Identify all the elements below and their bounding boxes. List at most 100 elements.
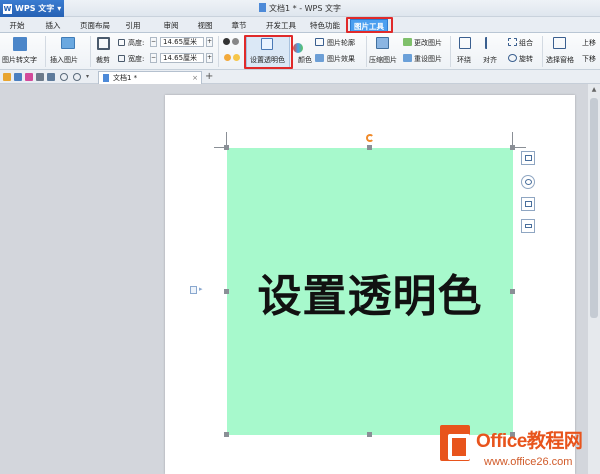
bring-forward-button[interactable]: 上移 — [582, 38, 596, 48]
set-transparent-label: 设置透明色 — [250, 56, 285, 64]
selection-pane-button[interactable]: 选择窗格 — [546, 55, 574, 65]
tab-page-layout[interactable]: 页面布局 — [74, 19, 116, 32]
redo-icon[interactable] — [73, 73, 81, 81]
selected-picture[interactable]: 设置透明色 — [227, 148, 513, 435]
menu-tabs: 开始 插入 页面布局 引用 审阅 视图 章节 开发工具 特色功能 图片工具 — [0, 17, 600, 33]
color-icon — [293, 43, 303, 53]
layout-icon — [524, 155, 532, 161]
height-icon — [118, 39, 125, 46]
title-bar: W WPS 文字 ▾ 文档1 * - WPS 文字 — [0, 0, 600, 17]
document-tab-label: 文档1 * — [113, 74, 138, 82]
tab-view[interactable]: 视图 — [192, 19, 218, 32]
width-label: 宽度: — [128, 55, 145, 63]
picture-effect-button[interactable]: 图片效果 — [327, 54, 355, 64]
contrast-icon[interactable] — [223, 38, 230, 45]
divider — [542, 36, 543, 67]
divider — [90, 36, 91, 67]
height-increase-button[interactable]: + — [206, 37, 213, 47]
rotate-handle-icon[interactable] — [366, 134, 374, 142]
group-icon — [508, 38, 517, 46]
window-title-text: 文档1 * - WPS 文字 — [269, 4, 341, 13]
close-tab-icon[interactable]: × — [192, 72, 198, 84]
print-icon[interactable] — [36, 73, 44, 81]
height-label: 高度: — [128, 39, 145, 47]
reset-picture-button[interactable]: 重设图片 — [414, 54, 442, 64]
rotate-icon — [508, 54, 517, 62]
picture-outline-icon — [315, 38, 324, 46]
new-tab-button[interactable]: + — [205, 71, 213, 82]
crop-button[interactable]: 裁剪 — [96, 55, 110, 65]
height-input[interactable]: 14.65厘米 — [160, 37, 204, 47]
divider — [45, 36, 46, 67]
compress-picture-button[interactable]: 压缩图片 — [369, 55, 397, 65]
resize-handle-top-right[interactable] — [510, 145, 515, 150]
resize-handle-bottom-left[interactable] — [224, 432, 229, 437]
frame-icon — [524, 224, 532, 228]
width-input[interactable]: 14.65厘米 — [160, 53, 204, 63]
crop-side-button[interactable] — [521, 197, 535, 211]
document-icon — [259, 3, 267, 12]
frame-side-button[interactable] — [521, 219, 535, 233]
save-icon[interactable] — [14, 73, 22, 81]
divider — [218, 36, 219, 67]
picture-outline-button[interactable]: 图片轮廓 — [327, 38, 355, 48]
resize-handle-top-left[interactable] — [224, 145, 229, 150]
anchor-dropdown-icon[interactable]: ▸ — [199, 285, 203, 293]
document-tab[interactable]: 文档1 * × — [98, 71, 202, 84]
tab-review[interactable]: 审阅 — [158, 19, 184, 32]
compress-picture-icon — [376, 37, 389, 49]
quick-access-toolbar: ▾ 文档1 * × + — [0, 70, 600, 84]
tab-insert[interactable]: 插入 — [40, 19, 66, 32]
export-pdf-icon[interactable] — [25, 73, 33, 81]
crop-mark — [514, 143, 526, 148]
watermark-url: www.office26.com — [484, 456, 573, 468]
anchor-icon[interactable] — [190, 286, 197, 294]
open-folder-icon[interactable] — [3, 73, 11, 81]
office-logo-icon — [440, 425, 470, 461]
tab-chapter[interactable]: 章节 — [226, 19, 252, 32]
color-sun-icon[interactable] — [224, 54, 231, 61]
ribbon: 图片转文字 插入图片 裁剪 高度: − 14.65厘米 + 宽度: − 14.6… — [0, 33, 600, 70]
crop-side-icon — [524, 201, 532, 207]
scroll-up-icon[interactable]: ▲ — [589, 86, 599, 94]
brightness-icon[interactable] — [232, 38, 239, 45]
layout-options-button[interactable] — [521, 151, 535, 165]
width-icon — [118, 55, 125, 62]
resize-handle-top[interactable] — [367, 145, 372, 150]
width-increase-button[interactable]: + — [206, 53, 213, 63]
set-transparent-icon — [261, 38, 273, 50]
tab-special-features[interactable]: 特色功能 — [306, 19, 344, 32]
color-sun-icon[interactable] — [233, 54, 240, 61]
insert-picture-button[interactable]: 插入图片 — [50, 55, 78, 65]
send-backward-button[interactable]: 下移 — [582, 54, 596, 64]
undo-icon[interactable] — [60, 73, 68, 81]
tab-picture-tools[interactable]: 图片工具 — [350, 19, 388, 32]
align-icon — [485, 37, 497, 49]
picture-text: 设置透明色 — [257, 270, 483, 322]
picture-to-text-icon — [13, 37, 27, 51]
zoom-button[interactable] — [521, 175, 535, 189]
change-picture-button[interactable]: 更改图片 — [414, 38, 442, 48]
tab-developer[interactable]: 开发工具 — [262, 19, 300, 32]
scrollbar-thumb[interactable] — [590, 98, 598, 318]
change-picture-icon — [403, 38, 412, 46]
pic-to-text-button[interactable]: 图片转文字 — [2, 55, 37, 65]
width-decrease-button[interactable]: − — [150, 53, 157, 63]
watermark: Office教程网 www.office26.com — [440, 424, 600, 474]
window-title: 文档1 * - WPS 文字 — [0, 3, 600, 14]
tab-start[interactable]: 开始 — [4, 19, 30, 32]
customize-dropdown-icon[interactable]: ▾ — [86, 73, 94, 81]
rotate-button[interactable]: 旋转 — [519, 54, 533, 64]
tab-references[interactable]: 引用 — [120, 19, 146, 32]
color-button[interactable]: 颜色 — [298, 55, 312, 65]
height-decrease-button[interactable]: − — [150, 37, 157, 47]
resize-handle-right[interactable] — [510, 289, 515, 294]
wrap-button[interactable]: 环绕 — [457, 55, 471, 65]
resize-handle-left[interactable] — [224, 289, 229, 294]
resize-handle-bottom[interactable] — [367, 432, 372, 437]
divider — [450, 36, 451, 67]
print-preview-icon[interactable] — [47, 73, 55, 81]
group-button[interactable]: 组合 — [519, 38, 533, 48]
crop-icon — [97, 37, 110, 50]
align-button[interactable]: 对齐 — [483, 55, 497, 65]
